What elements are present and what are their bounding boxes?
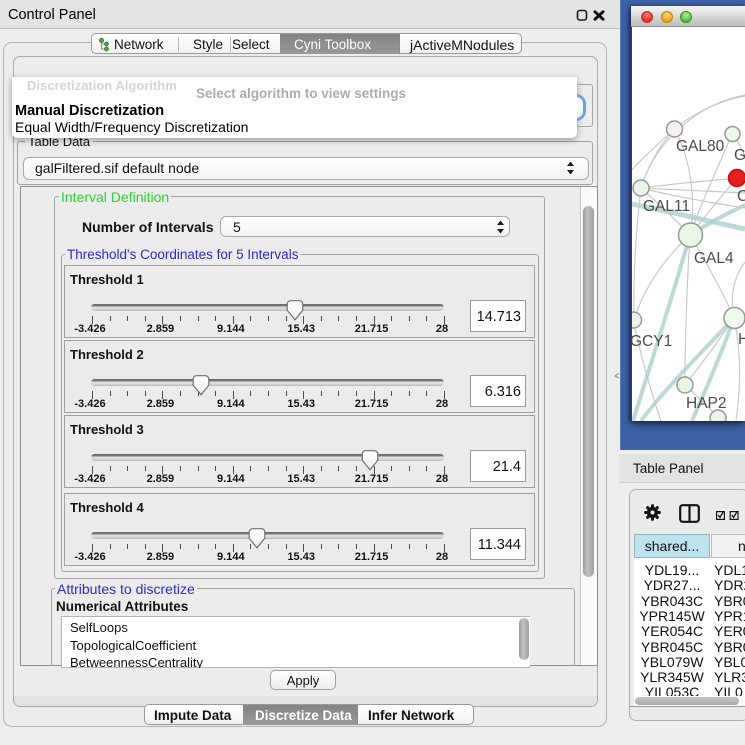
svg-text:GAL4: GAL4 bbox=[694, 250, 734, 267]
svg-text:C: C bbox=[737, 188, 745, 205]
svg-text:H: H bbox=[738, 331, 745, 348]
svg-text:GAL11: GAL11 bbox=[643, 198, 690, 215]
svg-text:HAP2: HAP2 bbox=[686, 395, 727, 412]
svg-text:G.: G. bbox=[734, 147, 745, 164]
svg-text:GAL80: GAL80 bbox=[676, 138, 725, 155]
svg-text:GCY1: GCY1 bbox=[632, 333, 672, 350]
